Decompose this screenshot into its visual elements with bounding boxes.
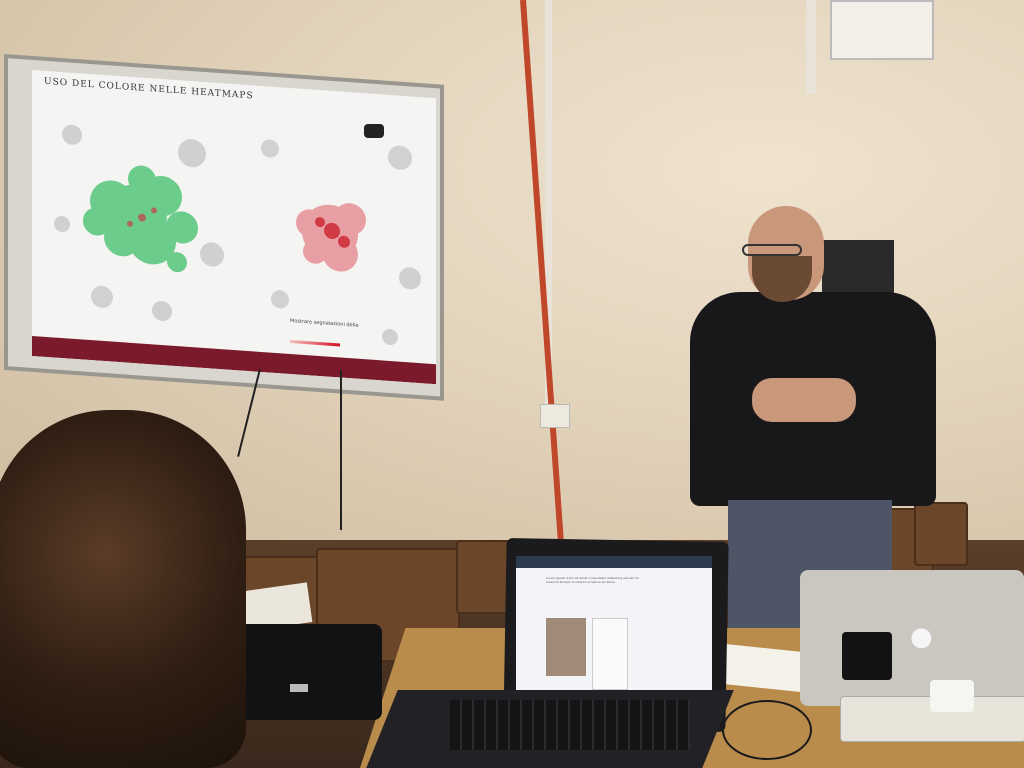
power-plug (930, 680, 974, 712)
papers (720, 643, 806, 693)
wall-socket (540, 404, 570, 428)
apple-logo-icon: ● (910, 622, 933, 652)
browser-tabbar (516, 556, 712, 568)
bag-buckle (290, 684, 308, 692)
glasses-icon (742, 244, 802, 256)
presenter-hands (752, 378, 856, 422)
map-thumbnail (546, 618, 586, 676)
webcam-icon (364, 124, 384, 138)
tv-screen: USO DEL COLORE NELLE HEATMAPS Mostrare s… (32, 69, 436, 385)
projector-mount (806, 0, 816, 94)
map-sidebar (592, 618, 628, 690)
keys (450, 700, 690, 750)
projector (830, 0, 934, 60)
cables (722, 700, 812, 760)
chair (914, 502, 968, 566)
tv-cable-2 (340, 370, 342, 530)
viewer-head (0, 410, 246, 768)
photo-scene: USO DEL COLORE NELLE HEATMAPS Mostrare s… (0, 0, 1024, 768)
article-text: Lorem ipsum dolor sit amet consectetur a… (546, 576, 639, 584)
charger (842, 632, 892, 680)
heatmap-green (54, 124, 224, 322)
wall-tv: USO DEL COLORE NELLE HEATMAPS Mostrare s… (4, 54, 444, 401)
